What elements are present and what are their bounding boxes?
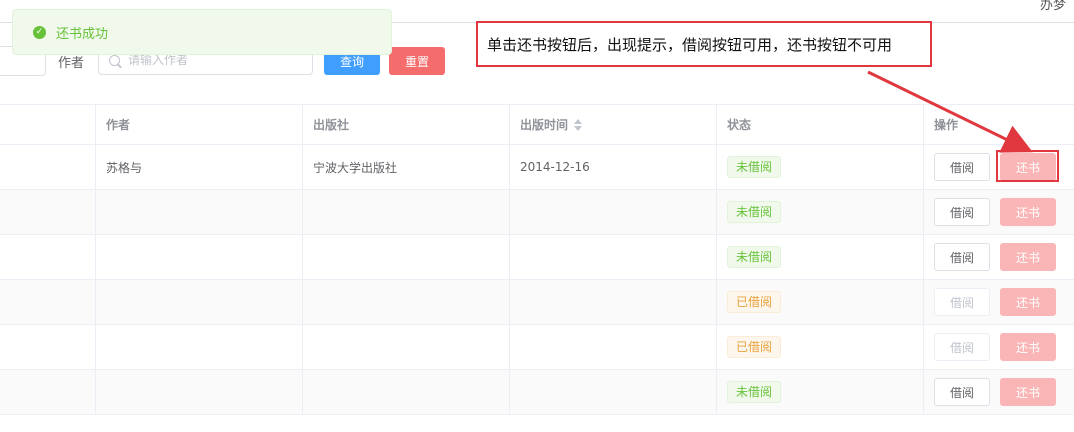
row-publisher: 宁波大学出版社: [303, 145, 510, 189]
status-badge: 未借阅: [727, 201, 782, 223]
table-row: 已借阅 借阅 还书: [0, 325, 1074, 370]
row-author: [96, 370, 303, 414]
table-body: 苏格与 宁波大学出版社 2014-12-16 未借阅 借阅 还书 未借阅 借阅 还书 未借阅 借阅还…: [0, 145, 1074, 415]
borrow-button: 借阅: [934, 288, 990, 316]
row-status-cell: 已借阅: [717, 325, 924, 369]
sort-caret-icon[interactable]: [574, 118, 583, 131]
success-toast: ✓ 还书成功: [12, 9, 392, 55]
row-title-cell: [0, 235, 96, 279]
page: { "header": { "user_text": "办梦" }, "toas…: [0, 0, 1074, 432]
row-actions: 借阅 还书: [924, 280, 1074, 324]
header-actions: 操作: [934, 118, 959, 132]
row-title-cell: [0, 190, 96, 234]
table-row: 苏格与 宁波大学出版社 2014-12-16 未借阅 借阅 还书: [0, 145, 1074, 190]
row-title-cell: [0, 145, 96, 189]
table-row: 未借阅 借阅 还书: [0, 235, 1074, 280]
toast-message: 还书成功: [56, 26, 109, 42]
return-button: 还书: [1000, 288, 1056, 316]
return-button-highlight: [996, 150, 1059, 182]
reset-button[interactable]: 重置: [389, 47, 445, 75]
table-row: 已借阅 借阅 还书: [0, 280, 1074, 325]
header-publisher: 出版社: [303, 105, 510, 144]
search-icon: [109, 54, 120, 66]
borrow-button[interactable]: 借阅: [934, 378, 990, 406]
table-header-row: 作者 出版社 出版时间 状态 操作: [0, 104, 1074, 145]
annotation-callout: 单击还书按钮后，出现提示，借阅按钮可用，还书按钮不可用: [476, 21, 932, 67]
status-badge: 已借阅: [727, 336, 782, 358]
borrow-button: 借阅: [934, 333, 990, 361]
row-actions: 借阅 还书: [924, 235, 1074, 279]
status-badge: 未借阅: [727, 156, 782, 178]
row-author: [96, 190, 303, 234]
row-publisher: [303, 370, 510, 414]
row-actions: 借阅 还书: [924, 190, 1074, 234]
row-publish-date: [510, 325, 717, 369]
row-author: [96, 235, 303, 279]
row-publisher: [303, 325, 510, 369]
row-author: [96, 325, 303, 369]
row-publish-date: [510, 235, 717, 279]
books-table: 作者 出版社 出版时间 状态 操作 苏格与 宁波大学出版社 2014-12-16 未借…: [0, 104, 1074, 415]
status-badge: 未借阅: [727, 246, 782, 268]
table-row: 未借阅 借阅 还书: [0, 370, 1074, 415]
header-cell: [0, 105, 96, 144]
return-button: 还书: [1000, 243, 1056, 271]
row-author: [96, 280, 303, 324]
header-status: 状态: [717, 105, 924, 144]
row-publisher: [303, 280, 510, 324]
row-status-cell: 未借阅: [717, 145, 924, 189]
row-publisher: [303, 235, 510, 279]
row-publish-date: 2014-12-16: [510, 145, 717, 189]
author-search-input[interactable]: [128, 53, 298, 67]
row-status-cell: 未借阅: [717, 190, 924, 234]
user-menu[interactable]: 办梦: [1040, 0, 1074, 14]
success-check-icon: ✓: [33, 25, 46, 39]
row-status-cell: 未借阅: [717, 235, 924, 279]
annotation-text: 单击还书按钮后，出现提示，借阅按钮可用，还书按钮不可用: [487, 35, 893, 54]
header-publish-date-label: 出版时间: [520, 118, 569, 132]
header-publish-date[interactable]: 出版时间: [510, 105, 717, 144]
status-badge: 已借阅: [727, 291, 782, 313]
borrow-button[interactable]: 借阅: [934, 198, 990, 226]
table-row: 未借阅 借阅 还书: [0, 190, 1074, 235]
row-actions: 借阅 还书: [924, 370, 1074, 414]
return-button: 还书: [1000, 333, 1056, 361]
row-publish-date: [510, 370, 717, 414]
header-author: 作者: [96, 105, 303, 144]
row-title-cell: [0, 325, 96, 369]
row-publisher: [303, 190, 510, 234]
row-title-cell: [0, 370, 96, 414]
return-button: 还书: [1000, 378, 1056, 406]
row-author: 苏格与: [96, 145, 303, 189]
row-actions: 借阅 还书: [924, 325, 1074, 369]
row-status-cell: 未借阅: [717, 370, 924, 414]
borrow-button[interactable]: 借阅: [934, 243, 990, 271]
row-title-cell: [0, 280, 96, 324]
borrow-button[interactable]: 借阅: [934, 153, 990, 181]
return-button: 还书: [1000, 198, 1056, 226]
row-status-cell: 已借阅: [717, 280, 924, 324]
row-publish-date: [510, 190, 717, 234]
row-publish-date: [510, 280, 717, 324]
status-badge: 未借阅: [727, 381, 782, 403]
